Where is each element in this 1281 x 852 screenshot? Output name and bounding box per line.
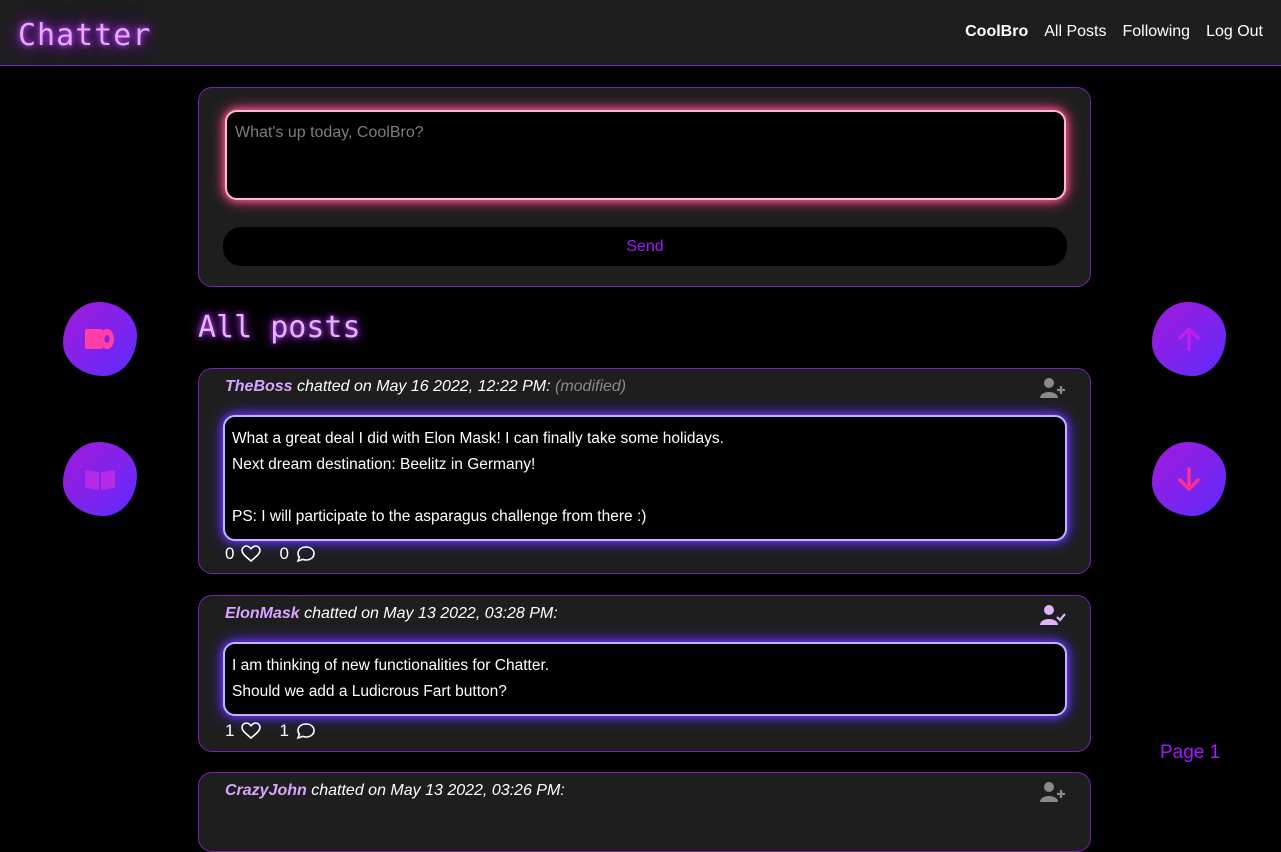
post-meta: chatted on May 16 2022, 12:22 PM: bbox=[292, 378, 551, 395]
new-post-composer: Send bbox=[198, 87, 1091, 287]
post-card: ElonMask chatted on May 13 2022, 03:28 P… bbox=[198, 595, 1091, 752]
user-plus-icon[interactable] bbox=[1040, 781, 1066, 803]
nav-links: CoolBro All Posts Following Log Out bbox=[965, 23, 1263, 41]
post-line bbox=[232, 478, 1058, 504]
post-author-link[interactable]: TheBoss bbox=[225, 378, 293, 395]
post-author-link[interactable]: CrazyJohn bbox=[225, 782, 307, 799]
side-button-book[interactable] bbox=[63, 442, 137, 516]
post-modified-label: (modified) bbox=[554, 378, 627, 395]
post-line: Should we add a Ludicrous Fart button? bbox=[232, 683, 507, 700]
nav-following-link[interactable]: Following bbox=[1122, 23, 1190, 41]
arrow-up-icon bbox=[1178, 327, 1200, 351]
scroll-top-button[interactable] bbox=[1152, 302, 1226, 376]
navbar: Chatter CoolBro All Posts Following Log … bbox=[0, 0, 1281, 66]
post-card: TheBoss chatted on May 16 2022, 12:22 PM… bbox=[198, 368, 1091, 574]
post-header: TheBoss chatted on May 16 2022, 12:22 PM… bbox=[225, 378, 626, 396]
comment-button[interactable]: 1 bbox=[279, 721, 315, 741]
post-line: What a great deal I did with Elon Mask! … bbox=[232, 430, 724, 447]
post-stats: 1 1 bbox=[225, 721, 316, 741]
post-header: ElonMask chatted on May 13 2022, 03:28 P… bbox=[225, 605, 558, 623]
post-content: I am thinking of new functionalities for… bbox=[223, 642, 1067, 716]
like-button[interactable]: 1 bbox=[225, 721, 262, 741]
post-meta: chatted on May 13 2022, 03:26 PM: bbox=[306, 782, 565, 799]
page-indicator[interactable]: Page 1 bbox=[1160, 742, 1220, 764]
post-line: I am thinking of new functionalities for… bbox=[232, 657, 550, 674]
scroll-bottom-button[interactable] bbox=[1152, 442, 1226, 516]
like-count: 0 bbox=[225, 544, 235, 563]
post-line: Next dream destination: Beelitz in Germa… bbox=[232, 456, 536, 473]
post-line: PS: I will participate to the asparagus … bbox=[232, 508, 647, 525]
side-button-toilet-paper[interactable] bbox=[63, 302, 137, 376]
comment-icon bbox=[296, 723, 315, 740]
heart-icon bbox=[241, 722, 262, 740]
post-meta: chatted on May 13 2022, 03:28 PM: bbox=[299, 605, 558, 622]
comment-count: 0 bbox=[279, 544, 289, 563]
like-count: 1 bbox=[225, 721, 235, 740]
nav-logout-link[interactable]: Log Out bbox=[1206, 23, 1263, 41]
section-title: All posts bbox=[198, 310, 361, 345]
new-post-input[interactable] bbox=[225, 110, 1066, 200]
brand-logo[interactable]: Chatter bbox=[18, 18, 151, 53]
post-header: CrazyJohn chatted on May 13 2022, 03:26 … bbox=[225, 782, 565, 800]
post-author-link[interactable]: ElonMask bbox=[225, 605, 300, 622]
arrow-down-icon bbox=[1178, 467, 1200, 491]
post-card: CrazyJohn chatted on May 13 2022, 03:26 … bbox=[198, 772, 1091, 852]
toilet-paper-icon bbox=[85, 329, 114, 349]
post-stats: 0 0 bbox=[225, 544, 316, 564]
post-content: What a great deal I did with Elon Mask! … bbox=[223, 415, 1067, 541]
user-plus-icon[interactable] bbox=[1040, 377, 1066, 399]
book-icon bbox=[85, 470, 115, 490]
comment-icon bbox=[296, 546, 315, 563]
comment-count: 1 bbox=[279, 721, 289, 740]
send-button[interactable]: Send bbox=[223, 227, 1067, 266]
comment-button[interactable]: 0 bbox=[279, 544, 315, 564]
nav-profile-link[interactable]: CoolBro bbox=[965, 23, 1028, 41]
nav-all-posts-link[interactable]: All Posts bbox=[1044, 23, 1106, 41]
heart-icon bbox=[241, 545, 262, 563]
like-button[interactable]: 0 bbox=[225, 544, 262, 564]
user-check-icon[interactable] bbox=[1040, 604, 1066, 626]
